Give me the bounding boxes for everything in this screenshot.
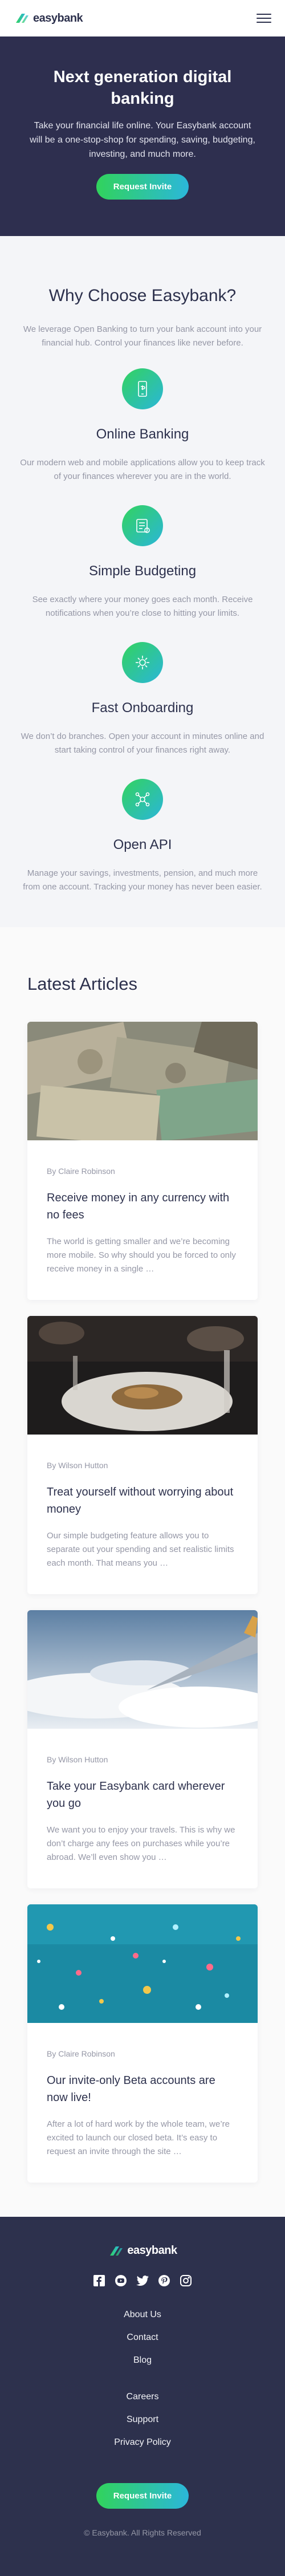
footer-links-secondary: Careers Support Privacy Policy xyxy=(14,2392,271,2448)
article-excerpt: After a lot of hard work by the whole te… xyxy=(47,2119,230,2156)
api-icon xyxy=(122,779,163,820)
feature-title: Simple Budgeting xyxy=(88,563,197,579)
article-card[interactable]: By Claire Robinson Our invite-only Beta … xyxy=(27,1904,258,2183)
twitter-icon[interactable] xyxy=(136,2274,149,2287)
footer-link-contact[interactable]: Contact xyxy=(14,2333,271,2343)
why-title: Why Choose Easybank? xyxy=(48,286,237,305)
hero-title: Next generation digital banking xyxy=(53,68,232,108)
social-links xyxy=(14,2274,271,2287)
feature-text: Manage your savings, investments, pensio… xyxy=(23,868,262,892)
footer-link-blog[interactable]: Blog xyxy=(14,2355,271,2366)
logo-mark-icon xyxy=(110,2246,123,2256)
footer-link-about-us[interactable]: About Us xyxy=(14,2310,271,2320)
article-title[interactable]: Our invite-only Beta accounts are now li… xyxy=(47,2072,238,2106)
feature-fast-onboarding: Fast Onboarding We don’t do branches. Op… xyxy=(17,642,268,757)
instagram-icon[interactable] xyxy=(180,2274,192,2287)
article-title[interactable]: Receive money in any currency with no fe… xyxy=(47,1189,238,1224)
feature-title: Open API xyxy=(113,837,172,852)
article-title[interactable]: Treat yourself without worrying about mo… xyxy=(47,1484,238,1518)
article-body: By Wilson Hutton Take your Easybank card… xyxy=(27,1729,258,1888)
why-lead: We leverage Open Banking to turn your ba… xyxy=(23,324,262,348)
footer-link-privacy-policy[interactable]: Privacy Policy xyxy=(14,2437,271,2448)
onboarding-icon xyxy=(122,642,163,683)
article-author: By Claire Robinson xyxy=(47,2049,115,2058)
article-author: By Wilson Hutton xyxy=(47,1461,108,1470)
feature-text: Our modern web and mobile applications a… xyxy=(20,458,265,481)
feature-title: Online Banking xyxy=(96,426,189,442)
budgeting-icon xyxy=(122,505,163,546)
pinterest-icon[interactable] xyxy=(158,2274,170,2287)
logo-mark-icon xyxy=(16,14,28,23)
logo[interactable]: easybank xyxy=(14,12,83,25)
article-body: By Wilson Hutton Treat yourself without … xyxy=(27,1435,258,1594)
article-excerpt: The world is getting smaller and we’re b… xyxy=(47,1237,236,1274)
article-card[interactable]: By Wilson Hutton Take your Easybank card… xyxy=(27,1610,258,1888)
feature-text: We don’t do branches. Open your account … xyxy=(21,732,264,755)
article-card[interactable]: By Wilson Hutton Treat yourself without … xyxy=(27,1316,258,1594)
articles-title: Latest Articles xyxy=(27,974,137,994)
article-author: By Claire Robinson xyxy=(47,1167,115,1176)
hero-section: Next generation digital banking Take you… xyxy=(0,36,285,236)
youtube-icon[interactable] xyxy=(115,2274,127,2287)
footer-link-support[interactable]: Support xyxy=(14,2415,271,2425)
site-footer: easybank About Us Contact Blog Careers S… xyxy=(0,2217,285,2576)
article-excerpt: We want you to enjoy your travels. This … xyxy=(47,1825,235,1862)
confetti-photo xyxy=(27,1904,258,2023)
feature-online-banking: Online Banking Our modern web and mobile… xyxy=(17,368,268,483)
feature-open-api: Open API Manage your savings, investment… xyxy=(17,779,268,894)
logo-text: easybank xyxy=(127,2244,177,2257)
online-banking-icon xyxy=(122,368,163,409)
article-title[interactable]: Take your Easybank card wherever you go xyxy=(47,1778,238,1812)
article-card[interactable]: By Claire Robinson Receive money in any … xyxy=(27,1022,258,1300)
restaurant-photo xyxy=(27,1316,258,1435)
feature-text: See exactly where your money goes each m… xyxy=(32,595,253,618)
feature-simple-budgeting: Simple Budgeting See exactly where your … xyxy=(17,505,268,620)
footer-links-primary: About Us Contact Blog xyxy=(14,2310,271,2366)
article-author: By Wilson Hutton xyxy=(47,1755,108,1764)
hero-text: Take your financial life online. Your Ea… xyxy=(30,121,255,159)
request-invite-button[interactable]: Request Invite xyxy=(96,174,189,200)
footer-link-careers[interactable]: Careers xyxy=(14,2392,271,2402)
article-body: By Claire Robinson Receive money in any … xyxy=(27,1140,258,1300)
site-header: easybank xyxy=(0,0,285,36)
footer-request-invite-button[interactable]: Request Invite xyxy=(96,2483,189,2509)
logo-text: easybank xyxy=(33,11,83,25)
article-body: By Claire Robinson Our invite-only Beta … xyxy=(27,2023,258,2183)
facebook-icon[interactable] xyxy=(93,2274,105,2287)
footer-logo[interactable]: easybank xyxy=(14,2244,271,2257)
currency-photo xyxy=(27,1022,258,1140)
hamburger-menu-icon[interactable] xyxy=(256,14,271,23)
copyright: © Easybank. All Rights Reserved xyxy=(84,2528,201,2537)
why-section: Why Choose Easybank? We leverage Open Ba… xyxy=(0,236,285,927)
articles-section: Latest Articles By Claire Robinson Recei… xyxy=(0,927,285,2217)
airplane-photo xyxy=(27,1610,258,1729)
article-excerpt: Our simple budgeting feature allows you … xyxy=(47,1531,234,1568)
feature-title: Fast Onboarding xyxy=(91,700,194,716)
